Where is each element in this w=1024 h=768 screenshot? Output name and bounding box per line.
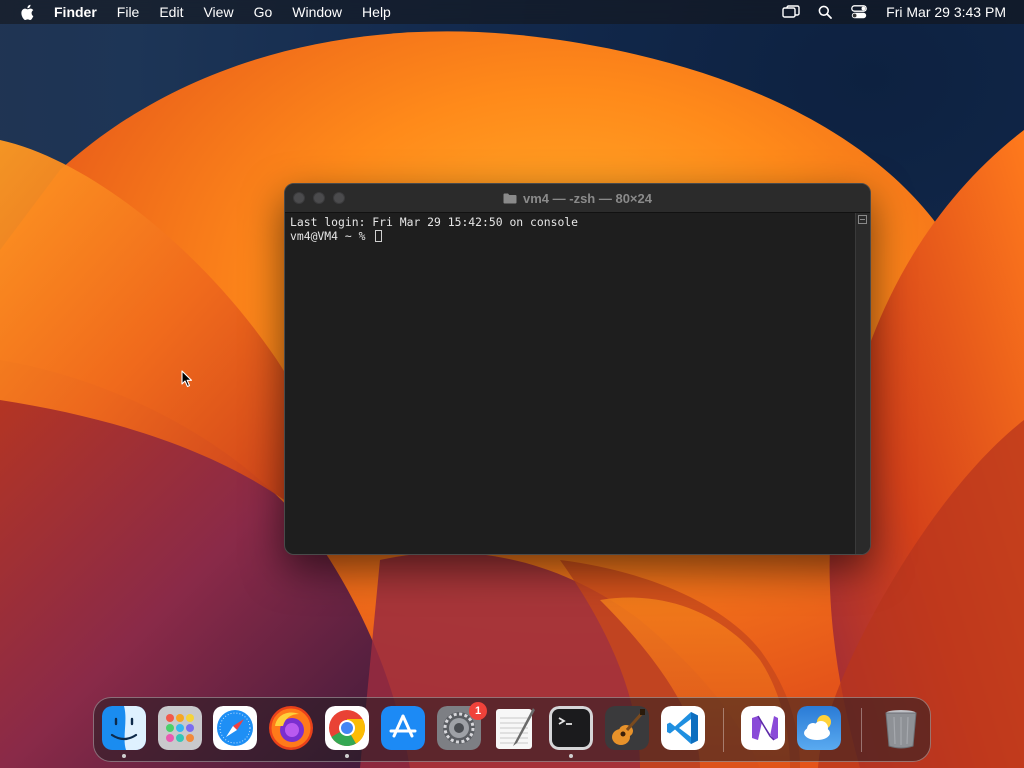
dock-item-trash[interactable] — [879, 706, 923, 750]
trash-icon — [879, 706, 923, 750]
terminal-titlebar[interactable]: vm4 — -zsh — 80×24 — [285, 184, 870, 213]
menu-bar-right: Fri Mar 29 3:43 PM — [774, 0, 1024, 24]
menu-app-name[interactable]: Finder — [48, 0, 107, 24]
terminal-scrollbar[interactable] — [855, 213, 870, 554]
notification-badge: 1 — [469, 702, 487, 720]
screen-mirroring-icon[interactable] — [780, 3, 802, 21]
dock-item-safari[interactable] — [213, 706, 257, 750]
running-indicator — [345, 754, 349, 758]
dock-item-chrome[interactable] — [325, 706, 369, 758]
apple-menu-icon[interactable] — [14, 4, 40, 21]
dock-item-launchpad[interactable] — [158, 706, 202, 750]
dock-item-terminal[interactable] — [549, 706, 593, 758]
terminal-line-prompt: vm4@VM4 ~ % — [290, 229, 851, 243]
menu-window[interactable]: Window — [282, 0, 352, 24]
dock: 1 — [93, 697, 931, 762]
vscode-icon — [661, 706, 705, 750]
textedit-icon — [493, 706, 537, 750]
guitar-icon — [605, 706, 649, 750]
menu-edit[interactable]: Edit — [149, 0, 193, 24]
dock-item-weather[interactable] — [797, 706, 841, 750]
dock-divider — [861, 708, 862, 752]
safari-icon — [213, 706, 257, 750]
dock-item-app-store[interactable] — [381, 706, 425, 750]
running-indicator — [569, 754, 573, 758]
dock-item-visual-studio[interactable] — [741, 706, 785, 750]
mouse-pointer-icon — [181, 370, 193, 393]
dock-item-system-settings[interactable]: 1 — [437, 702, 487, 750]
menu-clock[interactable]: Fri Mar 29 3:43 PM — [886, 4, 1006, 20]
menu-go[interactable]: Go — [244, 0, 283, 24]
prompt-text: vm4@VM4 ~ % — [290, 229, 373, 243]
dock-item-finder[interactable] — [102, 706, 146, 758]
terminal-icon — [549, 706, 593, 750]
menu-view[interactable]: View — [193, 0, 243, 24]
app-store-icon — [381, 706, 425, 750]
running-indicator — [122, 754, 126, 758]
folder-icon — [503, 193, 517, 204]
search-icon[interactable] — [814, 3, 836, 21]
firefox-icon — [269, 706, 313, 750]
window-title-text: vm4 — -zsh — 80×24 — [523, 190, 652, 206]
terminal-line-login: Last login: Fri Mar 29 15:42:50 on conso… — [290, 215, 579, 229]
dock-item-vscode[interactable] — [661, 706, 705, 750]
dock-item-textedit[interactable] — [493, 706, 537, 750]
scrollbar-handle[interactable] — [858, 215, 867, 224]
terminal-window[interactable]: vm4 — -zsh — 80×24 Last login: Fri Mar 2… — [284, 183, 871, 555]
menu-file[interactable]: File — [107, 0, 150, 24]
dock-item-firefox[interactable] — [269, 706, 313, 750]
weather-icon — [797, 706, 841, 750]
window-title: vm4 — -zsh — 80×24 — [285, 184, 870, 212]
text-cursor — [375, 230, 383, 242]
visual-studio-icon — [741, 706, 785, 750]
chrome-icon — [325, 706, 369, 750]
terminal-content[interactable]: Last login: Fri Mar 29 15:42:50 on conso… — [285, 213, 856, 554]
menu-bar: Finder File Edit View Go Window Help Fri… — [0, 0, 1024, 24]
menu-bar-left: Finder File Edit View Go Window Help — [0, 0, 401, 24]
launchpad-icon — [158, 706, 202, 750]
finder-icon — [102, 706, 146, 750]
dock-item-garageband[interactable] — [605, 706, 649, 750]
dock-divider — [723, 708, 724, 752]
menu-help[interactable]: Help — [352, 0, 401, 24]
control-center-icon[interactable] — [848, 3, 870, 21]
